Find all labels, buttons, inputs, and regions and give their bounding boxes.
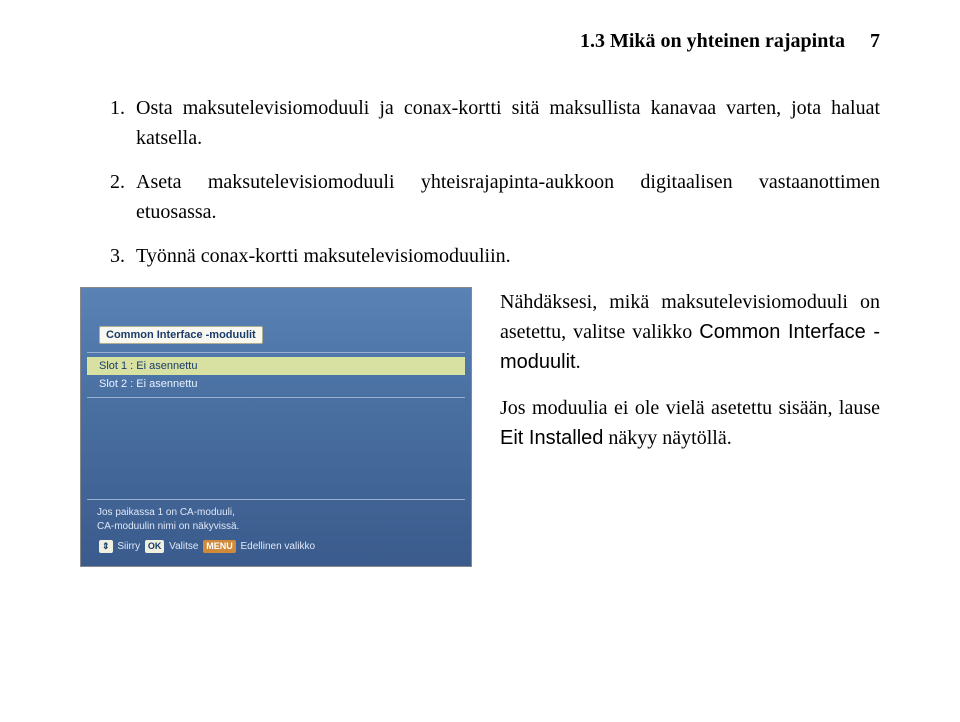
nav-ok-chip: OK bbox=[145, 540, 165, 553]
page-number: 7 bbox=[870, 30, 880, 52]
list-text: Työnnä conax-kortti maksutelevisiomoduul… bbox=[136, 241, 880, 271]
list-text: Osta maksutelevisiomoduuli ja conax-kort… bbox=[136, 93, 880, 153]
osd-hint-line: Jos paikassa 1 on CA-moduuli, bbox=[97, 506, 455, 520]
side-paragraph: Jos moduulia ei ole vielä asetettu sisää… bbox=[500, 393, 880, 453]
osd-screenshot: Common Interface -moduulit Slot 1 : Ei a… bbox=[80, 287, 472, 567]
nav-label: Valitse bbox=[169, 541, 198, 552]
side-text: . bbox=[576, 351, 581, 373]
list-number: 3. bbox=[110, 241, 136, 271]
side-text-block: Nähdäksesi, mikä maksutelevisiomoduuli o… bbox=[500, 287, 880, 469]
page-header: 1.3 Mikä on yhteinen rajapinta 7 bbox=[80, 30, 880, 53]
nav-label: Edellinen valikko bbox=[241, 541, 316, 552]
osd-slot-1: Slot 1 : Ei asennettu bbox=[87, 357, 465, 375]
nav-menu-chip: MENU bbox=[203, 540, 236, 553]
side-text: näkyy näytöllä. bbox=[603, 427, 731, 449]
list-item: 3. Työnnä conax-kortti maksutelevisiomod… bbox=[110, 241, 880, 271]
osd-nav-hints: ⇕ Siirry OK Valitse MENU Edellinen valik… bbox=[97, 540, 455, 554]
instruction-list: 1. Osta maksutelevisiomoduuli ja conax-k… bbox=[80, 93, 880, 271]
osd-title: Common Interface -moduulit bbox=[99, 326, 263, 344]
list-item: 2. Aseta maksutelevisiomoduuli yhteisraj… bbox=[110, 167, 880, 227]
section-title: 1.3 Mikä on yhteinen rajapinta bbox=[580, 30, 845, 52]
osd-footer: Jos paikassa 1 on CA-moduuli, CA-moduuli… bbox=[87, 499, 465, 558]
osd-hint-line: CA-moduulin nimi on näkyvissä. bbox=[97, 520, 455, 534]
list-number: 1. bbox=[110, 93, 136, 153]
osd-slot-2: Slot 2 : Ei asennettu bbox=[87, 375, 465, 393]
side-text: Jos moduulia ei ole vielä asetettu sisää… bbox=[500, 397, 880, 419]
list-item: 1. Osta maksutelevisiomoduuli ja conax-k… bbox=[110, 93, 880, 153]
nav-arrows-icon: ⇕ bbox=[99, 540, 113, 553]
list-number: 2. bbox=[110, 167, 136, 227]
nav-label: Siirry bbox=[117, 541, 140, 552]
ui-term: Eit Installed bbox=[500, 427, 603, 449]
list-text: Aseta maksutelevisiomoduuli yhteisrajapi… bbox=[136, 167, 880, 227]
side-paragraph: Nähdäksesi, mikä maksutelevisiomoduuli o… bbox=[500, 287, 880, 377]
osd-slot-list: Slot 1 : Ei asennettu Slot 2 : Ei asenne… bbox=[87, 352, 465, 398]
